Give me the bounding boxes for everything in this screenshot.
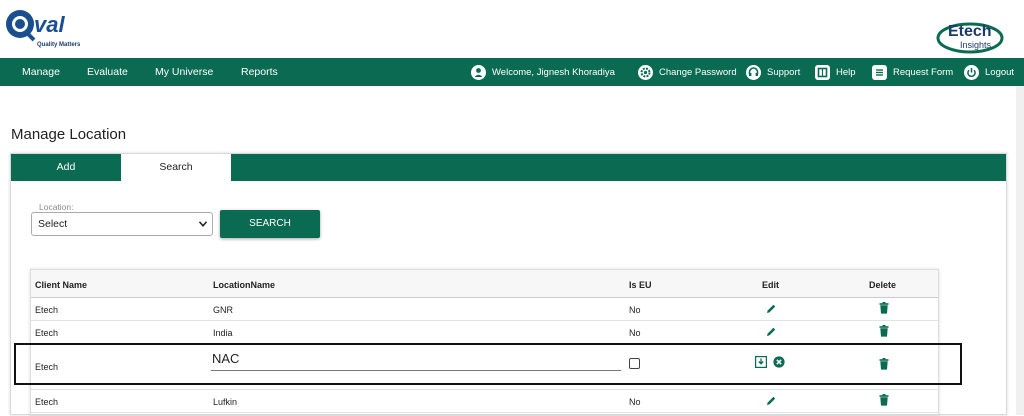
logout-label: Logout	[985, 66, 1015, 78]
pencil-icon[interactable]	[765, 395, 777, 407]
cell-is-eu: No	[629, 305, 641, 315]
change-password-link[interactable]: Change Password	[638, 58, 737, 86]
trash-icon[interactable]	[879, 302, 889, 314]
request-form-link[interactable]: Request Form	[872, 58, 953, 86]
nav-reports[interactable]: Reports	[241, 58, 278, 86]
help-link[interactable]: Help	[815, 58, 856, 86]
headset-icon	[746, 64, 761, 80]
cell-is-eu: No	[629, 397, 641, 407]
col-location-name[interactable]: LocationName	[213, 280, 275, 290]
page-scrollbar[interactable]	[1016, 86, 1024, 415]
chevron-down-icon	[199, 221, 207, 227]
support-label: Support	[767, 66, 801, 78]
welcome-text: Welcome, Jignesh Khoradiya	[492, 66, 615, 78]
request-form-label: Request Form	[893, 66, 954, 78]
nav-my-universe[interactable]: My Universe	[155, 58, 213, 86]
pencil-icon[interactable]	[765, 326, 777, 338]
tab-search[interactable]: Search	[121, 154, 231, 181]
user-icon	[471, 64, 486, 80]
help-label: Help	[836, 66, 856, 78]
cell-client: Etech	[35, 328, 59, 338]
logout-link[interactable]: Logout	[964, 58, 1014, 86]
cell-client: Etech	[35, 397, 59, 407]
svg-text:Etech: Etech	[948, 23, 992, 40]
cell-client: Etech	[35, 305, 59, 315]
highlight-box	[14, 343, 962, 385]
top-header: val Quality Matters Etech Insights	[0, 0, 1024, 58]
cell-is-eu: No	[629, 328, 641, 338]
col-edit: Edit	[762, 280, 779, 290]
svg-text:Insights: Insights	[960, 40, 992, 50]
page-title: Manage Location	[11, 126, 127, 143]
nav-evaluate[interactable]: Evaluate	[87, 58, 128, 86]
form-icon	[872, 64, 887, 80]
table-row: Etech GNR No	[31, 298, 938, 321]
col-client-name[interactable]: Client Name	[35, 280, 87, 290]
col-is-eu[interactable]: Is EU	[629, 280, 652, 290]
qval-logo[interactable]: val Quality Matters	[4, 4, 86, 50]
location-label: Location:	[39, 202, 74, 212]
gear-icon	[638, 64, 653, 80]
welcome-user[interactable]: Welcome, Jignesh Khoradiya	[471, 58, 615, 86]
main-nav: Manage Evaluate My Universe Reports Welc…	[0, 58, 1024, 86]
qval-tagline: Quality Matters	[37, 42, 81, 48]
pencil-icon[interactable]	[765, 303, 777, 315]
change-password-label: Change Password	[659, 66, 737, 78]
cell-location: GNR	[213, 305, 233, 315]
nav-manage[interactable]: Manage	[22, 58, 60, 86]
power-icon	[964, 64, 979, 80]
location-select-value: Select	[38, 218, 68, 230]
tab-add[interactable]: Add	[11, 154, 121, 181]
help-book-icon	[815, 64, 830, 80]
col-delete: Delete	[869, 280, 897, 290]
table-row: Etech India No	[31, 321, 938, 344]
cell-location: Lufkin	[213, 397, 238, 407]
table-row: Etech Lufkin No	[31, 390, 938, 413]
tab-bar: Add Search	[11, 154, 1006, 181]
cell-location: India	[213, 328, 233, 338]
trash-icon[interactable]	[879, 325, 889, 337]
etech-logo[interactable]: Etech Insights	[934, 12, 1014, 58]
trash-icon[interactable]	[879, 394, 889, 406]
support-link[interactable]: Support	[746, 58, 800, 86]
grid-header: Client Name LocationName Is EU Edit Dele…	[31, 270, 938, 298]
search-button[interactable]: SEARCH	[220, 210, 320, 238]
location-select[interactable]: Select	[31, 212, 213, 236]
etech-logo-graphic: Etech Insights	[936, 22, 1004, 54]
svg-text:val: val	[34, 12, 65, 37]
